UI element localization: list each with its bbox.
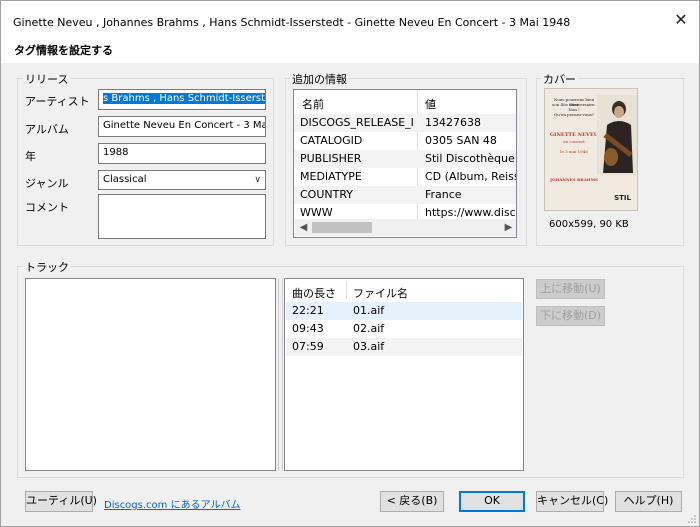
cover-art-line: JOHANNES BRAHMS bbox=[550, 177, 598, 182]
comment-input[interactable] bbox=[98, 194, 266, 239]
year-label: 年 bbox=[25, 150, 36, 163]
info-row-name: PUBLISHER bbox=[300, 152, 362, 165]
dialog-subtitle: タグ情報を設定する bbox=[14, 44, 113, 57]
title-bar: Ginette Neveu , Johannes Brahms , Hans S… bbox=[1, 1, 699, 39]
artist-input-value: s Brahms , Hans Schmidt-Isserstedt bbox=[103, 93, 265, 104]
track-length: 07:59 bbox=[292, 340, 324, 353]
track-filename: 02.aif bbox=[353, 322, 385, 335]
column-header-length[interactable]: 曲の長さ bbox=[292, 285, 336, 301]
move-up-button[interactable]: 上に移動(U) bbox=[536, 279, 605, 299]
year-input[interactable]: 1988 bbox=[98, 143, 266, 164]
splitter[interactable] bbox=[278, 278, 283, 471]
tracks-group-label: トラック bbox=[23, 259, 71, 275]
back-button[interactable]: < 戻る(B) bbox=[380, 491, 444, 512]
genre-label: ジャンル bbox=[25, 177, 69, 190]
info-row[interactable]: COUNTRY France bbox=[294, 186, 516, 204]
info-row-name: COUNTRY bbox=[300, 188, 353, 201]
move-down-button[interactable]: 下に移動(D) bbox=[536, 306, 605, 326]
info-row[interactable]: DISCOGS_RELEASE_ID 13427638 bbox=[294, 114, 516, 132]
info-row-value: France bbox=[425, 188, 462, 201]
genre-select-value: Classical bbox=[103, 174, 147, 185]
cover-art-line: GINETTE NEVEU bbox=[549, 132, 599, 138]
info-row[interactable]: MEDIATYPE CD (Album, Reissue) bbox=[294, 168, 516, 186]
horizontal-scrollbar[interactable]: ◀ ▶ bbox=[295, 219, 516, 236]
info-row-value: CD (Album, Reissue) bbox=[425, 170, 516, 183]
info-row-name: DISCOGS_RELEASE_ID bbox=[300, 116, 415, 129]
utility-button[interactable]: ユーティル(U) bbox=[25, 491, 97, 512]
track-filename: 01.aif bbox=[353, 304, 385, 317]
column-header-name[interactable]: 名前 bbox=[302, 96, 324, 112]
info-row-name: WWW bbox=[300, 206, 333, 219]
ok-button[interactable]: OK bbox=[459, 491, 525, 512]
violinist-photo bbox=[597, 95, 637, 175]
track-row[interactable]: 09:43 02.aif bbox=[286, 320, 522, 338]
additional-info-header: 名前 値 bbox=[294, 90, 516, 114]
track-file-list[interactable]: 曲の長さ ファイル名 22:21 01.aif 09:43 02.aif 07:… bbox=[284, 278, 524, 471]
chevron-down-icon: ∨ bbox=[254, 175, 261, 185]
cover-art-logo: STIL bbox=[614, 194, 631, 202]
track-length: 09:43 bbox=[292, 322, 324, 335]
track-row[interactable]: 22:21 01.aif bbox=[286, 302, 522, 320]
window-title: Ginette Neveu , Johannes Brahms , Hans S… bbox=[13, 16, 571, 29]
artist-label: アーティスト bbox=[25, 95, 90, 108]
info-row[interactable]: CATALOGID 0305 SAN 48 bbox=[294, 132, 516, 150]
additional-info-label: 追加の情報 bbox=[290, 71, 349, 87]
album-label: アルバム bbox=[25, 123, 69, 136]
info-row-name: CATALOGID bbox=[300, 134, 363, 147]
cover-info: 600x599, 90 KB bbox=[549, 219, 629, 230]
close-icon[interactable]: ✕ bbox=[673, 12, 689, 28]
info-row-name: MEDIATYPE bbox=[300, 170, 362, 183]
cover-art[interactable]: Nous pourrons bien fêter son 40e anniver… bbox=[544, 88, 638, 211]
discogs-album-link[interactable]: Discogs.com にあるアルバム bbox=[104, 496, 240, 511]
info-row[interactable]: PUBLISHER Stil Discothèque bbox=[294, 150, 516, 168]
info-row-value: https://www.discogs.com bbox=[425, 206, 516, 219]
track-row[interactable]: 07:59 03.aif bbox=[286, 338, 522, 356]
track-tree[interactable] bbox=[25, 278, 276, 471]
tag-dialog: Ginette Neveu , Johannes Brahms , Hans S… bbox=[0, 0, 700, 527]
artist-input[interactable]: s Brahms , Hans Schmidt-Isserstedt bbox=[98, 89, 266, 110]
track-filename: 03.aif bbox=[353, 340, 385, 353]
info-row-value: 0305 SAN 48 bbox=[425, 134, 497, 147]
cover-art-line: Qu'en pensez-vous? bbox=[554, 112, 594, 117]
help-button[interactable]: ヘルプ(H) bbox=[615, 491, 682, 512]
comment-label: コメント bbox=[25, 201, 69, 214]
cancel-button[interactable]: キャンセル(C) bbox=[536, 491, 608, 512]
scroll-right-icon[interactable]: ▶ bbox=[500, 219, 516, 236]
info-row-value: 13427638 bbox=[425, 116, 481, 129]
album-input[interactable]: Ginette Neveu En Concert - 3 Mai 1948 bbox=[98, 116, 266, 137]
subtitle-bar: タグ情報を設定する bbox=[1, 39, 699, 63]
track-length: 22:21 bbox=[292, 304, 324, 317]
cover-art-line: le 3 mai 1948 bbox=[560, 149, 588, 154]
column-header-filename[interactable]: ファイル名 bbox=[353, 285, 408, 301]
additional-info-list[interactable]: 名前 値 DISCOGS_RELEASE_ID 13427638 CATALOG… bbox=[293, 89, 517, 238]
release-group-label: リリース bbox=[23, 71, 71, 87]
track-list-header: 曲の長さ ファイル名 bbox=[285, 279, 523, 303]
genre-select[interactable]: Classical ∨ bbox=[98, 170, 266, 190]
cover-art-line: en concert bbox=[563, 139, 585, 144]
column-header-value[interactable]: 値 bbox=[425, 96, 436, 112]
resize-grip-icon[interactable] bbox=[687, 514, 697, 524]
cover-group-label: カバー bbox=[541, 71, 578, 87]
info-row-value: Stil Discothèque bbox=[425, 152, 515, 165]
scrollbar-thumb[interactable] bbox=[312, 222, 372, 233]
scroll-left-icon[interactable]: ◀ bbox=[295, 219, 312, 236]
